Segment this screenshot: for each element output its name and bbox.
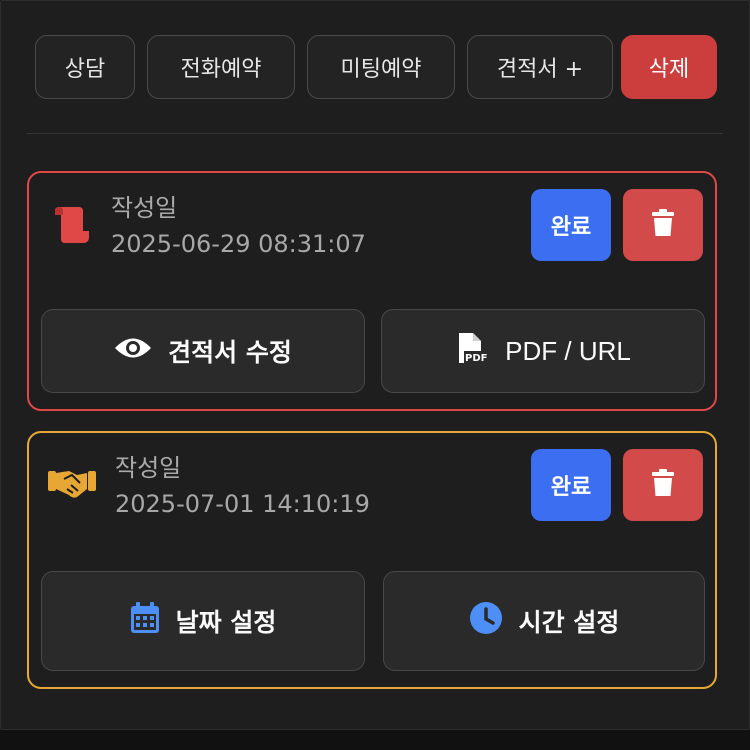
file-pdf-icon: PDF — [455, 331, 490, 371]
created-label: 작성일 — [111, 194, 178, 222]
consult-button[interactable]: 상담 — [35, 35, 135, 99]
created-meta: 작성일 2025-07-01 14:10:19 — [115, 451, 370, 523]
meeting-reservation-button[interactable]: 미팅예약 — [307, 35, 455, 99]
set-date-button[interactable]: 날짜 설정 — [41, 571, 365, 671]
edit-quote-button[interactable]: 견적서 수정 — [41, 309, 365, 393]
trash-button[interactable] — [623, 189, 703, 261]
handshake-icon — [47, 463, 97, 507]
pdf-url-button[interactable]: PDF PDF / URL — [381, 309, 705, 393]
add-quote-button[interactable]: 견적서 + — [467, 35, 613, 99]
pdf-url-label: PDF / URL — [505, 335, 631, 366]
created-label: 작성일 — [115, 454, 182, 482]
scroll-icon — [49, 203, 93, 247]
set-date-label: 날짜 설정 — [175, 608, 277, 637]
set-time-button[interactable]: 시간 설정 — [383, 571, 705, 671]
divider — [27, 133, 723, 134]
set-time-label: 시간 설정 — [518, 608, 620, 637]
trash-button[interactable] — [623, 449, 703, 521]
quote-card: 작성일 2025-06-29 08:31:07 완료 견적서 수정 PDF PD… — [27, 171, 717, 411]
main-panel: 상담 전화예약 미팅예약 견적서 + 삭제 작성일 2025-06-29 08:… — [0, 0, 750, 730]
calendar-icon — [130, 602, 160, 640]
edit-quote-label: 견적서 수정 — [168, 338, 292, 367]
eye-icon — [114, 335, 152, 367]
created-meta: 작성일 2025-06-29 08:31:07 — [111, 191, 366, 263]
svg-text:PDF: PDF — [465, 353, 487, 364]
trash-icon — [651, 209, 675, 241]
created-date: 2025-07-01 14:10:19 — [115, 490, 370, 518]
created-date: 2025-06-29 08:31:07 — [111, 230, 366, 258]
complete-button[interactable]: 완료 — [531, 189, 611, 261]
clock-icon — [469, 601, 503, 641]
phone-reservation-button[interactable]: 전화예약 — [147, 35, 295, 99]
complete-button[interactable]: 완료 — [531, 449, 611, 521]
delete-button[interactable]: 삭제 — [621, 35, 717, 99]
trash-icon — [651, 469, 675, 501]
meeting-card: 작성일 2025-07-01 14:10:19 완료 날짜 설정 시간 설정 — [27, 431, 717, 689]
